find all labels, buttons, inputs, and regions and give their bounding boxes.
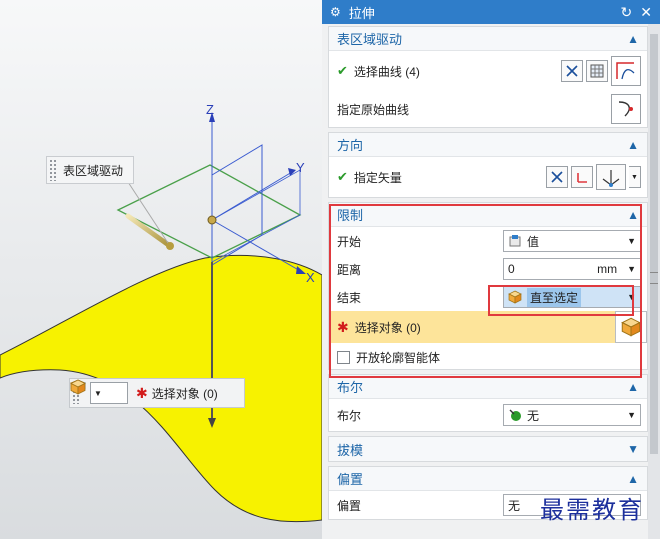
vector-dialog-button[interactable] xyxy=(571,166,593,188)
chevron-up-icon[interactable]: ▲ xyxy=(627,208,639,222)
curve-select-button[interactable] xyxy=(611,56,641,86)
section-draft: 拔模 ▼ xyxy=(328,436,648,462)
chevron-up-icon[interactable]: ▲ xyxy=(627,32,639,46)
chevron-up-icon[interactable]: ▲ xyxy=(627,380,639,394)
scrollbar-thumb[interactable] xyxy=(650,34,658,454)
section-header-direction[interactable]: 方向 ▲ xyxy=(329,133,647,157)
close-icon[interactable]: ✕ xyxy=(640,4,652,21)
distance-input[interactable]: 0 mm ▼ xyxy=(503,258,641,280)
end-value: 直至选定 xyxy=(527,287,582,307)
section-title: 方向 xyxy=(337,138,364,153)
graphics-viewport[interactable]: Z Y X 表区域驱动 ▼ ✱ 选择对象 (0) xyxy=(0,0,322,539)
boolean-select[interactable]: 无 ▼ xyxy=(503,404,641,426)
gear-icon[interactable]: ⚙ xyxy=(330,5,341,19)
chevron-up-icon[interactable]: ▲ xyxy=(627,472,639,486)
selection-filter-dropdown[interactable]: ▼ xyxy=(70,379,128,404)
section-header-surface-drive[interactable]: 表区域驱动 ▲ xyxy=(329,27,647,51)
cube-orange-icon xyxy=(508,290,522,304)
start-select[interactable]: 值 ▼ xyxy=(503,230,641,252)
watermark-text: 最需教育 xyxy=(540,496,644,524)
value-icon xyxy=(509,235,521,247)
section-title: 拔模 xyxy=(337,442,364,458)
section-header-offset[interactable]: 偏置 ▲ xyxy=(329,467,647,491)
section-title: 限制 xyxy=(337,208,364,223)
boolean-value: 无 xyxy=(527,408,540,423)
cube-icon xyxy=(621,317,641,337)
section-header-limits[interactable]: 限制 ▲ xyxy=(329,203,647,227)
select-curve-label: 选择曲线 (4) xyxy=(353,64,420,79)
section-title: 偏置 xyxy=(337,472,364,487)
chevron-down-icon: ▼ xyxy=(94,388,102,398)
checkmark-icon: ✔ xyxy=(337,63,348,78)
required-star-icon: ✱ xyxy=(337,318,349,335)
end-label: 结束 xyxy=(337,290,362,305)
select-object-row[interactable]: ✱ 选择对象 (0) xyxy=(329,311,647,343)
section-direction: 方向 ▲ ✔ 指定矢量 ▼ xyxy=(328,132,648,198)
chevron-down-icon[interactable]: ▼ xyxy=(627,442,639,456)
boolean-none-icon xyxy=(509,409,521,421)
vector-dropdown-button[interactable]: ▼ xyxy=(629,166,641,188)
chevron-up-icon[interactable]: ▲ xyxy=(627,138,639,152)
boolean-label: 布尔 xyxy=(337,408,362,423)
reset-icon[interactable]: ↻ xyxy=(621,4,633,21)
chevron-down-icon: ▼ xyxy=(627,236,636,246)
tag-label: 表区域驱动 xyxy=(63,163,124,178)
extrude-dialog: ⚙ 拉伸 ↻ ✕ 表区域驱动 ▲ ✔ 选择曲线 (4) 指定原始曲线 方向 ▲ … xyxy=(322,0,660,539)
vector-icon xyxy=(577,173,587,183)
vector-label: 指定矢量 xyxy=(353,170,402,185)
vector-inferred-button[interactable] xyxy=(596,164,626,190)
offset-label: 偏置 xyxy=(337,498,362,513)
axes-icon xyxy=(602,170,620,187)
start-label: 开始 xyxy=(337,234,362,249)
reverse-direction-button[interactable] xyxy=(546,166,568,188)
axis-z-label: Z xyxy=(206,102,214,117)
open-profile-label: 开放轮廓智能体 xyxy=(356,350,441,365)
origin-curve-button[interactable] xyxy=(611,94,641,124)
cross-arrows-icon xyxy=(566,65,578,77)
select-object-label: 选择对象 (0) xyxy=(354,320,421,335)
panel-scrollbar[interactable] xyxy=(648,24,660,539)
chevron-down-icon: ▼ xyxy=(631,173,638,181)
chevron-down-icon[interactable]: ▼ xyxy=(627,264,636,274)
section-surface-drive: 表区域驱动 ▲ ✔ 选择曲线 (4) 指定原始曲线 xyxy=(328,26,648,128)
start-value: 值 xyxy=(527,234,540,249)
section-header-draft[interactable]: 拔模 ▼ xyxy=(329,437,647,461)
distance-unit: mm xyxy=(597,262,618,276)
viewport-canvas[interactable]: Z Y X xyxy=(0,0,322,539)
select-object-label: 选择对象 (0) xyxy=(151,386,218,401)
distance-label: 距离 xyxy=(337,262,362,277)
arc-arrow-icon xyxy=(618,101,633,117)
surface-drive-tag[interactable]: 表区域驱动 xyxy=(46,156,134,184)
cube-icon[interactable] xyxy=(70,379,86,395)
axis-x-label: X xyxy=(306,270,315,285)
section-title: 布尔 xyxy=(337,380,364,395)
open-profile-checkbox[interactable] xyxy=(337,350,350,364)
chevron-down-icon: ▼ xyxy=(627,410,636,420)
end-select[interactable]: 直至选定 ▼ xyxy=(503,286,641,308)
section-boolean: 布尔 ▲ 布尔 无 ▼ xyxy=(328,374,648,432)
chevron-down-icon: ▼ xyxy=(627,292,636,302)
curve-icon xyxy=(616,62,635,80)
grid-icon xyxy=(590,64,604,78)
drag-grip-icon[interactable] xyxy=(49,159,57,181)
axis-y-label: Y xyxy=(296,160,305,175)
offset-value: 无 xyxy=(508,498,521,513)
required-star-icon: ✱ xyxy=(136,384,148,401)
curve-rule-button[interactable] xyxy=(561,60,583,82)
origin-curve-label: 指定原始曲线 xyxy=(337,102,410,117)
distance-value: 0 xyxy=(508,262,515,276)
dialog-titlebar: ⚙ 拉伸 ↻ ✕ xyxy=(322,0,660,24)
checkmark-icon: ✔ xyxy=(337,169,348,184)
dialog-title: 拉伸 xyxy=(348,5,375,21)
floating-selection-bar[interactable]: ▼ ✱ 选择对象 (0) xyxy=(69,378,245,408)
sketch-section-button[interactable] xyxy=(586,60,608,82)
scrollbar-grip-icon xyxy=(650,272,658,284)
section-header-boolean[interactable]: 布尔 ▲ xyxy=(329,375,647,399)
cross-arrows-icon xyxy=(551,171,563,183)
section-title: 表区域驱动 xyxy=(337,32,403,47)
select-object-button[interactable] xyxy=(615,311,647,343)
section-limits: 限制 ▲ 开始 值 ▼ 距离 0 mm ▼ 结束 直至选定 ▼ ✱ 选择对象 (… xyxy=(328,202,648,370)
